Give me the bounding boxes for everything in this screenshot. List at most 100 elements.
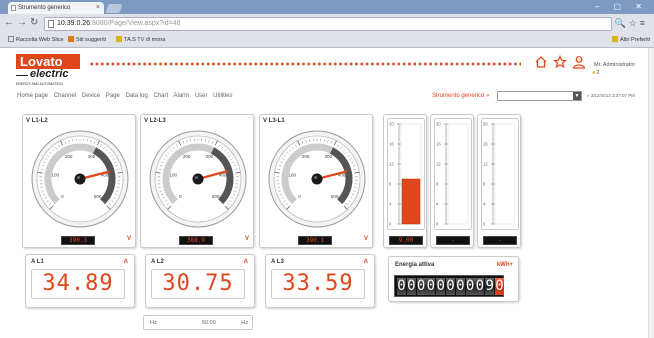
gauge-tick-label: 500 — [94, 194, 102, 199]
current-display: 34.89 — [31, 269, 125, 299]
app-page: Lovato electric ENERGY AND AUTOMATION Mr… — [0, 48, 654, 338]
page-icon — [8, 36, 14, 42]
bar-tick-label: 20 — [436, 122, 441, 127]
bar-fill — [401, 178, 421, 225]
gauge-value: 388.9 — [179, 236, 213, 245]
bar-gauge: 201612840 — [481, 118, 519, 230]
gauge-unit: V — [127, 236, 132, 242]
gauge-title: V L1-L2 — [26, 118, 48, 124]
other-bookmarks[interactable]: Altri Preferiti — [612, 34, 650, 47]
gauge-hub — [192, 173, 204, 185]
forward-icon[interactable]: → — [17, 17, 27, 28]
menu-device[interactable]: Device — [82, 93, 100, 99]
address-bar[interactable]: 10.39.0.26:8080/Page/View.aspx?id=48 — [44, 17, 612, 31]
document-label: Strumento generico » — [432, 93, 490, 99]
menu-utilities[interactable]: Utilities — [213, 93, 232, 99]
bar-value: 9.00 — [389, 236, 423, 245]
browser-menu-icons[interactable]: 🔍☆≡ — [614, 18, 648, 29]
reload-icon[interactable]: ↻ — [30, 17, 38, 28]
counter-digit: 0 — [495, 278, 504, 295]
date-time: » 3/12/2013 3:37:07 PM — [587, 93, 636, 98]
frequency-unit: Hz — [241, 320, 248, 326]
logo-sub: electric — [30, 68, 69, 80]
page-icon — [11, 5, 16, 11]
current-display: 30.75 — [151, 269, 245, 299]
menu-alarm[interactable]: Alarm — [173, 93, 189, 99]
bookmark-item[interactable]: Raccolta Web Slice — [8, 34, 64, 47]
gauge-value: 390.1 — [298, 236, 332, 245]
gauge-unit: V — [364, 236, 369, 242]
gauge-tick-label: 200 — [65, 154, 73, 159]
bookmarks-bar: Raccolta Web Slice Siti suggeriti TA.S T… — [0, 34, 654, 47]
bar-tick-label: 16 — [483, 142, 488, 147]
back-icon[interactable]: ← — [4, 17, 14, 28]
bar-tick-label: 16 — [436, 142, 441, 147]
gauge-tick-label: 500 — [331, 194, 339, 199]
window-controls[interactable]: – ▢ ✕ — [595, 2, 648, 11]
energy-counter: 00000000090 — [394, 275, 504, 297]
current-panel-a-l1: A L1 A 34.89 — [25, 254, 135, 308]
url-host: 10.39.0.26 — [57, 20, 91, 27]
gauge-hub-shine — [77, 176, 80, 179]
chevron-down-icon[interactable]: ▼ — [573, 92, 581, 100]
counter-digit: 0 — [397, 278, 406, 295]
menu-chart[interactable]: Chart — [153, 93, 168, 99]
close-tab-icon[interactable]: × — [96, 2, 100, 14]
bar-tick-label: 12 — [436, 162, 441, 167]
logo-tag: ENERGY AND AUTOMATION — [16, 82, 63, 86]
gauge-value: 390.3 — [61, 236, 95, 245]
gauge-unit: V — [245, 236, 250, 242]
main-menu: Home page Channel Device Page Data log C… — [17, 93, 237, 99]
current-label: A L2 — [151, 259, 164, 265]
current-unit: A — [243, 259, 248, 265]
menu-channel[interactable]: Channel — [54, 93, 76, 99]
current-unit: A — [123, 259, 128, 265]
document-select[interactable]: ▼ — [497, 91, 582, 101]
star-icon[interactable] — [553, 55, 567, 69]
bar-value: - — [483, 236, 517, 245]
energy-panel: Energia attiva kWh+ 00000000090 — [388, 256, 519, 302]
gauge-tick-label: 300 — [325, 154, 333, 159]
gauge-title: V L3-L1 — [263, 118, 285, 124]
counter-digit: 0 — [416, 278, 426, 295]
current-display: 33.59 — [271, 269, 365, 299]
energy-unit: kWh+ — [496, 262, 513, 268]
gauge-tick-label: 100 — [52, 173, 60, 178]
voltage-gauge: 0100200 300400500 — [149, 130, 247, 228]
counter-digit: 0 — [446, 278, 455, 295]
gauge-title: V L2-L3 — [144, 118, 166, 124]
menu-home-page[interactable]: Home page — [17, 93, 48, 99]
browser-tab[interactable]: Strumento generico × — [8, 2, 104, 14]
frequency-label: Hz — [150, 320, 157, 326]
energy-title: Energia attiva — [395, 262, 435, 268]
gauge-tick-label: 300 — [206, 154, 214, 159]
bar-tick-label: 20 — [483, 122, 488, 127]
new-tab-button[interactable] — [105, 4, 123, 13]
tab-title: Strumento generico — [18, 5, 71, 11]
bar-tick-label: 20 — [389, 122, 394, 127]
menu-user[interactable]: User — [195, 93, 208, 99]
bookmark-item[interactable]: Siti suggeriti — [68, 34, 106, 47]
bar-gauge: 201612840 — [434, 118, 472, 230]
menu-data-log[interactable]: Data log — [125, 93, 147, 99]
counter-digit: 9 — [485, 278, 495, 295]
bookmark-item[interactable]: TA.S TV di moira — [116, 34, 165, 47]
gauge-hub — [311, 173, 323, 185]
page-scrollbar[interactable] — [648, 48, 654, 338]
bar-frame — [434, 118, 472, 230]
bar-gauge: 201612840 — [387, 118, 425, 230]
user-icon[interactable] — [572, 55, 586, 69]
lovato-logo[interactable]: Lovato electric ENERGY AND AUTOMATION — [16, 54, 84, 88]
home-icon[interactable] — [534, 55, 548, 69]
current-value: 30.75 — [162, 271, 234, 296]
voltage-gauge: 0100200 300400500 — [268, 130, 366, 228]
menu-page[interactable]: Page — [106, 93, 120, 99]
gauge-panel-v-l2-l3: V L2-L3 0 100 200 300 400 500 388.9 V — [140, 114, 254, 248]
bar-indicator-1: 20 16 12 8 4 0 9.00 — [383, 114, 427, 248]
gauge-panel-v-l3-l1: V L3-L1 0 100 200 300 400 500 390.1 V — [259, 114, 373, 248]
current-label: A L1 — [31, 259, 44, 265]
bar-tick-label: 16 — [389, 142, 394, 147]
tab-bar: Strumento generico × – ▢ ✕ — [0, 0, 654, 14]
voltage-gauge: 0100200 300400500 — [31, 130, 129, 228]
current-panel-a-l2: A L2 A 30.75 — [145, 254, 255, 308]
